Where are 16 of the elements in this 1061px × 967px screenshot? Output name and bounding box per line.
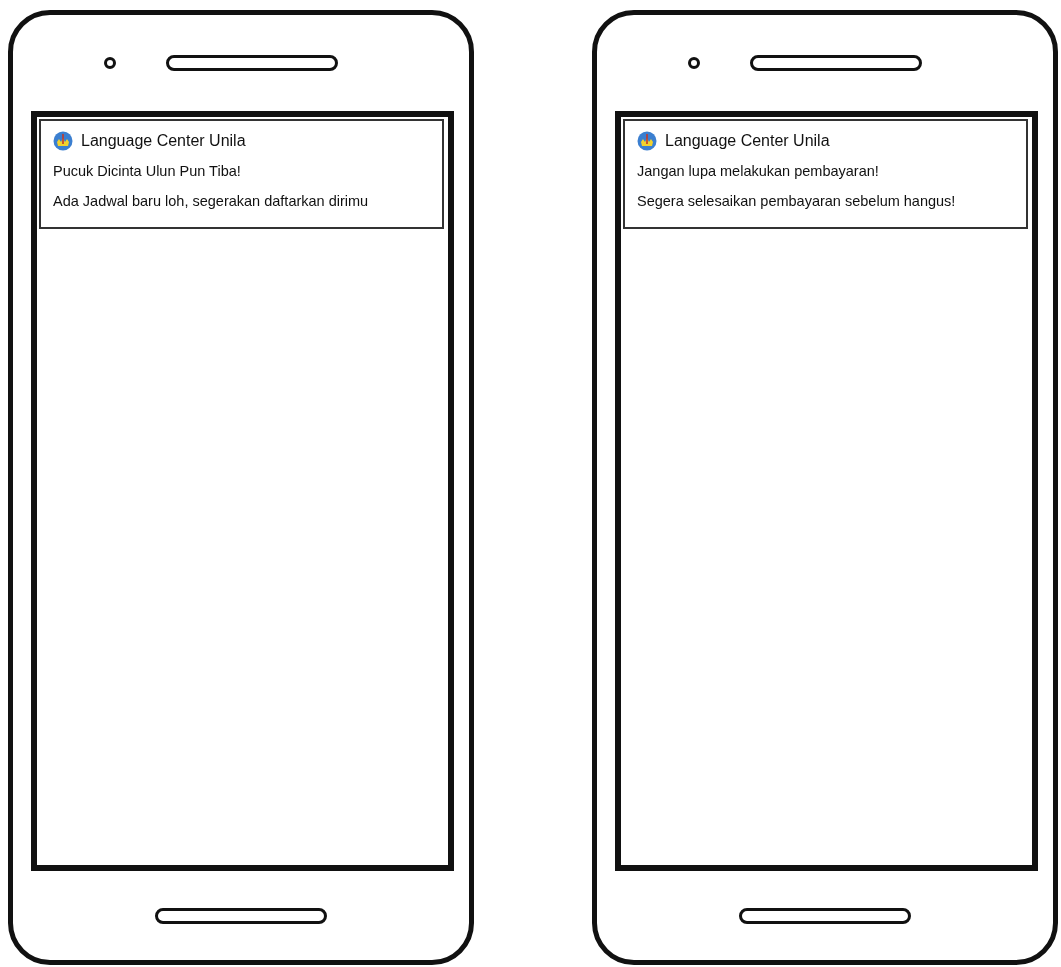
home-bar[interactable] <box>155 907 327 924</box>
notification-card[interactable]: Language Center Unila Pucuk Dicinta Ulun Pun Tiba! Ada Jadwal baru loh, segerakan daftarkan dirimu <box>39 119 444 229</box>
notification-message: Ada Jadwal baru loh, segerakan daftarkan dirimu <box>53 191 370 211</box>
speaker-icon <box>166 55 338 71</box>
notification-card[interactable]: Language Center Unila Jangan lupa melakukan pembayaran! Segera selesaikan pembayaran sebelum hangus! <box>623 119 1028 229</box>
speaker-icon <box>750 55 922 71</box>
app-name: Language Center Unila <box>665 131 830 151</box>
notification-title: Pucuk Dicinta Ulun Pun Tiba! <box>53 162 242 181</box>
logo-icon <box>637 131 657 151</box>
notification-title: Jangan lupa melakukan pembayaran! <box>637 162 880 181</box>
camera-icon <box>688 57 700 69</box>
notification-message: Segera selesaikan pembayaran sebelum hangus! <box>637 191 957 211</box>
logo-icon <box>53 131 73 151</box>
home-bar[interactable] <box>739 907 911 924</box>
camera-icon <box>104 57 116 69</box>
app-name: Language Center Unila <box>81 131 246 151</box>
